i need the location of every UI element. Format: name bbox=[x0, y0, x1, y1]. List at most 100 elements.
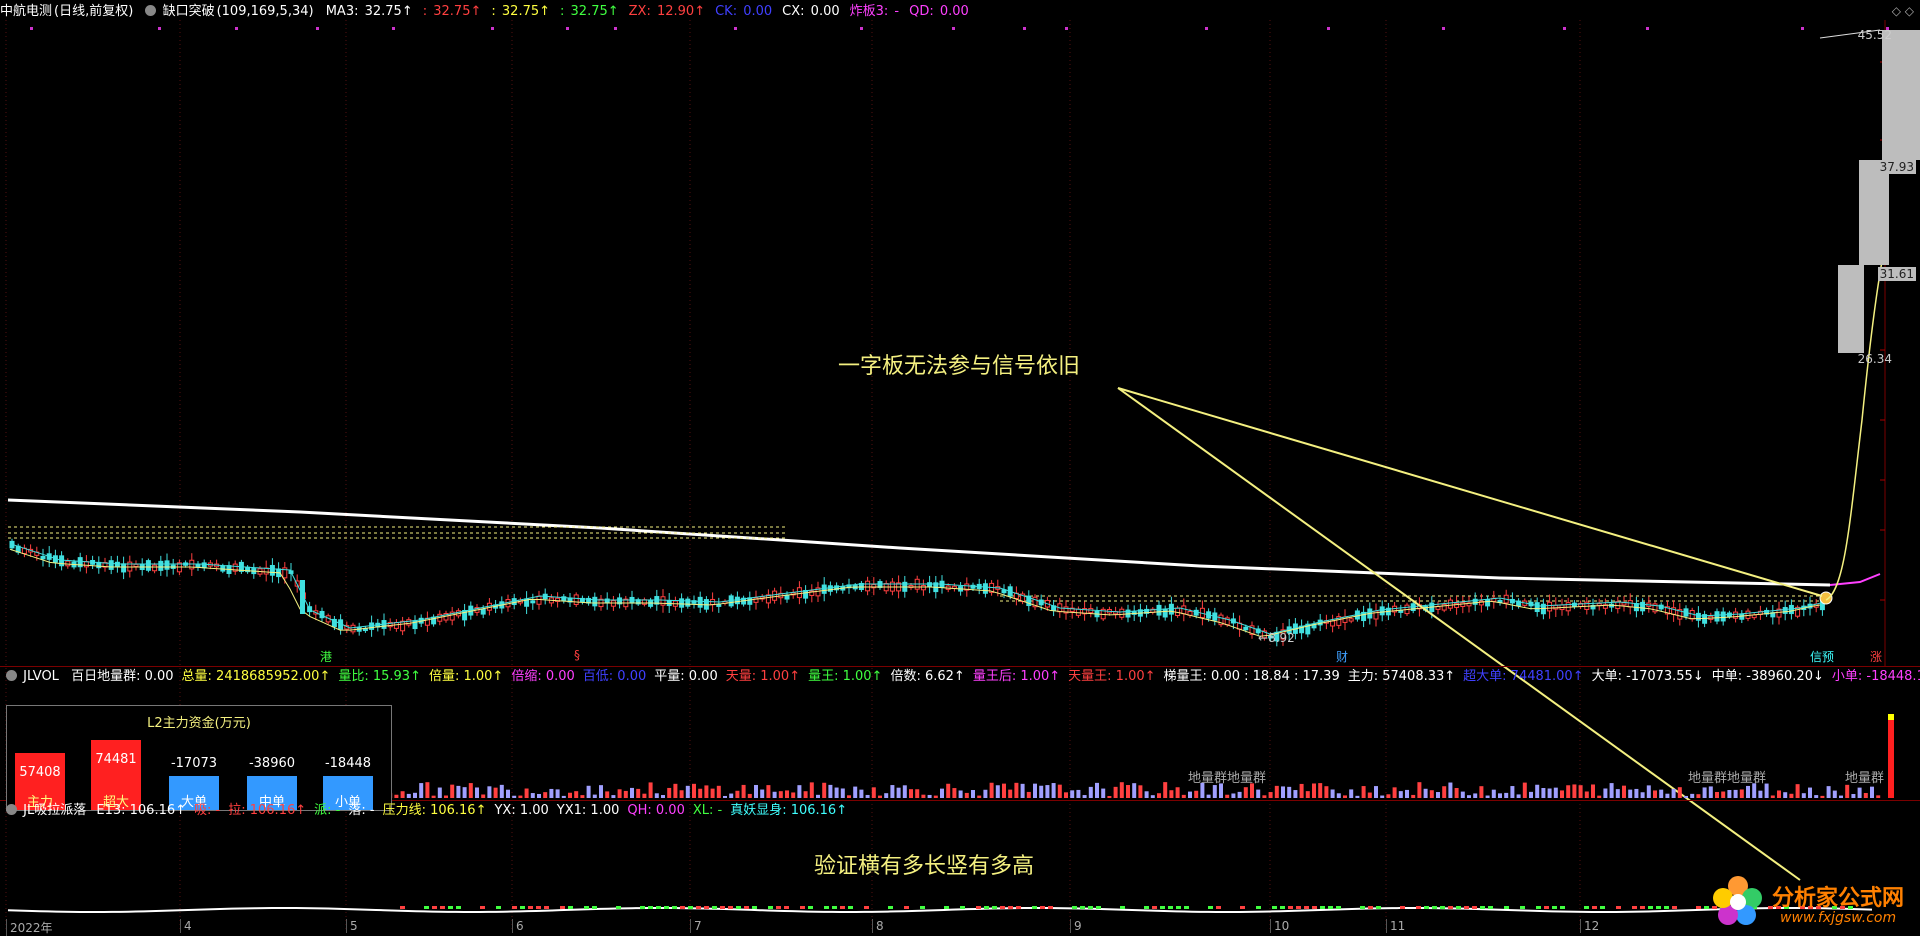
volume-bar bbox=[1591, 784, 1595, 798]
bottom-item-4: 落: - bbox=[348, 803, 375, 818]
signal-dot-top bbox=[392, 27, 395, 30]
bottom-indicator-bar bbox=[864, 906, 869, 909]
header-item-value: 0.00 bbox=[739, 4, 773, 19]
volume-bar bbox=[462, 787, 467, 798]
volume-bar bbox=[617, 789, 622, 798]
bottom-indicator-bar bbox=[1432, 906, 1437, 909]
volume-bar bbox=[661, 795, 665, 798]
vol-item-0: 百日地量群: 0.00 bbox=[71, 669, 174, 684]
volume-bar bbox=[1801, 793, 1806, 798]
signal-dot-top bbox=[491, 27, 494, 30]
volume-bar bbox=[642, 793, 647, 798]
bottom-indicator-bar bbox=[992, 906, 997, 909]
bottom-indicator-bar bbox=[1472, 906, 1477, 909]
volume-bar bbox=[1578, 785, 1583, 798]
bottom-indicator-name[interactable]: JL吸拉派落 bbox=[23, 803, 86, 818]
dlq-label-3: 地量群 bbox=[1845, 771, 1885, 786]
volume-bar bbox=[499, 784, 504, 798]
volume-bar bbox=[419, 783, 424, 798]
bottom-indicator-bar bbox=[1592, 906, 1597, 909]
signal-dot-top bbox=[614, 27, 617, 30]
volume-bar bbox=[1473, 793, 1478, 798]
l2-fund-title: L2主力资金(万元) bbox=[147, 716, 251, 731]
volume-bar bbox=[772, 791, 777, 798]
bottom-indicator-bar bbox=[1320, 906, 1325, 909]
bottom-indicator-bar bbox=[728, 906, 733, 909]
bottom-indicator-bar bbox=[1072, 906, 1077, 909]
volume-bar bbox=[1318, 783, 1323, 798]
l2-fund-panel: L2主力资金(万元) 57408 主力 74481 超大 -17073 大单 -38960 中… bbox=[6, 705, 392, 811]
header-item-value: 0.00 bbox=[806, 4, 840, 19]
marker-xinyu: 信预 bbox=[1810, 650, 1835, 664]
candle-body bbox=[772, 590, 778, 601]
candle-body bbox=[220, 565, 226, 572]
header-item-label: : bbox=[560, 4, 565, 19]
signal-dot-top bbox=[566, 27, 569, 30]
indicator-name[interactable]: 缺口突破 bbox=[163, 4, 215, 19]
bottom-indicator-bar bbox=[1008, 906, 1013, 909]
candle-body bbox=[803, 589, 809, 599]
bottom-indicator-bar bbox=[1560, 906, 1565, 909]
volume-bar bbox=[1237, 791, 1242, 798]
volume-bar bbox=[1640, 792, 1645, 798]
bottom-indicator-bar bbox=[944, 906, 949, 909]
fund-bar-value: 57408 bbox=[19, 765, 61, 780]
volume-bar bbox=[859, 789, 864, 798]
vol-indicator-name[interactable]: JLVOL bbox=[23, 669, 59, 684]
volume-bar bbox=[729, 793, 734, 798]
volume-bar bbox=[1281, 786, 1285, 798]
bottom-indicator-bar bbox=[720, 906, 725, 909]
signal-dot-top bbox=[1442, 27, 1445, 30]
volume-bar bbox=[1888, 720, 1894, 798]
volume-bar bbox=[1324, 786, 1329, 798]
bottom-indicator-bar bbox=[696, 906, 701, 909]
volume-bar bbox=[853, 786, 858, 798]
volume-bar bbox=[735, 790, 740, 798]
candle-body bbox=[685, 598, 691, 607]
bottom-indicator-bar bbox=[664, 906, 669, 909]
fund-bar-value: 74481 bbox=[95, 752, 137, 767]
bottom-toggle-icon[interactable] bbox=[6, 804, 17, 815]
period-label[interactable]: (日线,前复权) bbox=[54, 4, 133, 19]
stock-name[interactable]: 中航电测 bbox=[0, 4, 52, 19]
volume-bar bbox=[1212, 785, 1217, 798]
price-label-4: 26.34 bbox=[1857, 352, 1892, 366]
volume-bar bbox=[909, 789, 913, 798]
dlq-label-2: 地量群地量群 bbox=[1688, 771, 1767, 786]
signal-dot-top bbox=[1065, 27, 1068, 30]
candle-body bbox=[1330, 620, 1336, 627]
volume-bar bbox=[1870, 786, 1874, 798]
volume-bar bbox=[1436, 792, 1440, 798]
bottom-indicator-bar bbox=[1296, 906, 1301, 909]
candle-body bbox=[734, 596, 740, 605]
candle-body bbox=[1156, 604, 1162, 616]
bottom-indicator-bar bbox=[920, 906, 925, 909]
volume-bar bbox=[1485, 795, 1490, 798]
header-item-label: QD: bbox=[909, 4, 934, 19]
candle-body bbox=[827, 585, 833, 592]
volume-bar bbox=[946, 783, 951, 798]
expand-icon[interactable]: ◇ ◇ bbox=[1892, 4, 1914, 18]
volume-bar bbox=[1349, 789, 1354, 798]
fund-bar-value: -17073 bbox=[170, 756, 218, 771]
bottom-indicator-bar bbox=[1040, 906, 1045, 909]
volume-bar bbox=[1808, 787, 1812, 798]
volume-bar bbox=[1665, 793, 1670, 798]
volume-bar bbox=[1107, 795, 1112, 798]
volume-bar bbox=[896, 787, 901, 798]
volume-bar bbox=[915, 789, 920, 798]
vol-item-8: 量王: 1.00↑ bbox=[808, 669, 883, 684]
indicator-toggle-icon[interactable] bbox=[145, 5, 157, 16]
volume-bar bbox=[1113, 786, 1118, 798]
signal-dot-top bbox=[158, 27, 161, 30]
volume-bar bbox=[630, 787, 634, 798]
vol-toggle-icon[interactable] bbox=[6, 670, 17, 681]
bottom-indicator-bar bbox=[680, 906, 685, 909]
bottom-indicator-bar bbox=[1312, 906, 1317, 909]
candle-body bbox=[96, 561, 102, 569]
signal-dot-top bbox=[860, 27, 863, 30]
volume-bar bbox=[723, 795, 727, 798]
volume-bar bbox=[834, 787, 839, 798]
x-tick-1: 4 bbox=[180, 919, 192, 933]
header-item-3: : 32.75↑ bbox=[560, 4, 621, 19]
